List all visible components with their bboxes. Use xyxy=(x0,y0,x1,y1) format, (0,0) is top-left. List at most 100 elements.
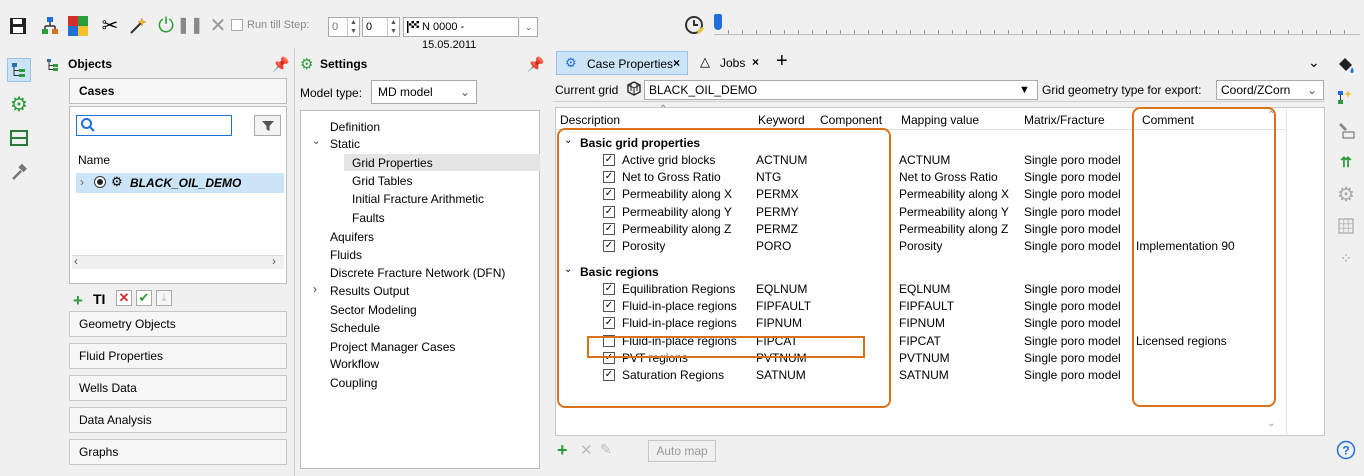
save-icon[interactable] xyxy=(6,14,30,38)
chevron-right-icon[interactable]: › xyxy=(313,282,317,296)
name-column-header[interactable]: Name xyxy=(78,153,110,167)
pin-icon[interactable]: 📌 xyxy=(527,56,544,73)
column-header-component[interactable]: Component xyxy=(820,113,882,127)
power-icon[interactable]: ⏻ xyxy=(154,14,178,38)
hierarchy-wand-icon[interactable] xyxy=(1334,86,1358,110)
tree-item-dfn[interactable]: Discrete Fracture Network (DFN) xyxy=(330,266,505,280)
scatter-icon[interactable]: ⁘ xyxy=(1334,246,1358,270)
tree-item-coupling[interactable]: Coupling xyxy=(330,376,377,390)
chevron-right-icon[interactable]: › xyxy=(80,175,84,189)
delete-row-icon[interactable]: ✕ xyxy=(580,441,593,459)
layout-icon[interactable] xyxy=(7,126,31,150)
cell-matrix-fracture[interactable]: Single poro model xyxy=(1024,351,1121,365)
delete-case-icon[interactable]: ✕ xyxy=(116,290,132,306)
sort-up-arrows-icon[interactable]: ⇈ xyxy=(1334,150,1358,174)
cell-mapping-value[interactable]: FIPNUM xyxy=(899,316,945,330)
search-input[interactable] xyxy=(76,115,232,136)
tree-item-grid-tables[interactable]: Grid Tables xyxy=(352,174,412,188)
tree-item-workflow[interactable]: Workflow xyxy=(330,357,379,371)
horizontal-scrollbar[interactable]: ‹ › xyxy=(72,254,284,269)
cell-matrix-fracture[interactable]: Single poro model xyxy=(1024,239,1121,253)
tab-jobs[interactable]: △ Jobs × xyxy=(692,51,770,75)
model-type-select[interactable]: MD model ⌄ xyxy=(371,80,477,104)
tree-item-sector-modeling[interactable]: Sector Modeling xyxy=(330,303,417,317)
add-row-icon[interactable]: + xyxy=(557,440,568,461)
settings-gear-icon[interactable]: ⚙ xyxy=(1334,182,1358,206)
cell-mapping-value[interactable]: Permeability along Z xyxy=(899,222,1008,236)
accordion-geometry-objects[interactable]: Geometry Objects xyxy=(69,311,287,337)
cell-mapping-value[interactable]: Net to Gross Ratio xyxy=(899,170,998,184)
accordion-fluid-properties[interactable]: Fluid Properties xyxy=(69,343,287,369)
tree-item-fluids[interactable]: Fluids xyxy=(330,248,362,262)
accordion-graphs[interactable]: Graphs xyxy=(69,439,287,465)
step-spinner-2[interactable]: 0 ▲ ▼ xyxy=(362,17,400,37)
cell-mapping-value[interactable]: EQLNUM xyxy=(899,282,950,296)
paint-bucket-icon[interactable] xyxy=(1334,54,1358,78)
vertical-scrollbar[interactable]: ⌃ ⌄ xyxy=(1267,108,1324,435)
cell-mapping-value[interactable]: FIPCAT xyxy=(899,334,941,348)
accordion-wells-data[interactable]: Wells Data xyxy=(69,375,287,401)
text-cursor-icon[interactable]: TI xyxy=(93,291,105,307)
tree-item-static[interactable]: Static xyxy=(330,137,360,151)
settings-gear-icon[interactable]: ⚙ xyxy=(7,92,31,116)
hierarchy-icon[interactable] xyxy=(38,14,62,38)
tree-item-schedule[interactable]: Schedule xyxy=(330,321,380,335)
tree-item-aquifers[interactable]: Aquifers xyxy=(330,230,374,244)
date-select[interactable]: N 0000 - 15.05.2011 xyxy=(403,17,519,51)
add-case-icon[interactable]: + xyxy=(73,291,83,311)
clock-run-icon[interactable] xyxy=(683,14,707,38)
column-header-keyword[interactable]: Keyword xyxy=(758,113,805,127)
cell-mapping-value[interactable]: Permeability along X xyxy=(899,187,1009,201)
column-header-mapping-value[interactable]: Mapping value xyxy=(901,113,979,127)
edit-row-icon[interactable]: ✎ xyxy=(600,441,612,458)
radio-selected-icon[interactable] xyxy=(94,176,106,188)
cell-matrix-fracture[interactable]: Single poro model xyxy=(1024,205,1121,219)
tabs-dropdown-icon[interactable]: ⌄ xyxy=(1308,54,1320,71)
cell-matrix-fracture[interactable]: Single poro model xyxy=(1024,299,1121,313)
cut-icon[interactable]: ✂ xyxy=(98,14,122,38)
cell-mapping-value[interactable]: PVTNUM xyxy=(899,351,950,365)
auto-map-button[interactable]: Auto map xyxy=(648,440,716,462)
cell-matrix-fracture[interactable]: Single poro model xyxy=(1024,187,1121,201)
cell-mapping-value[interactable]: Porosity xyxy=(899,239,942,253)
scroll-down-icon[interactable]: ⌄ xyxy=(1267,418,1275,429)
grid-colored-icon[interactable] xyxy=(66,14,90,38)
close-tab-icon[interactable]: × xyxy=(673,56,680,70)
add-tab-icon[interactable]: + xyxy=(776,50,788,73)
pin-icon[interactable]: 📌 xyxy=(272,56,289,73)
run-till-step-checkbox[interactable] xyxy=(231,19,243,31)
pause-icon[interactable]: ❚❚ xyxy=(177,14,204,38)
timeline-handle[interactable] xyxy=(714,14,722,30)
timeline-slider[interactable] xyxy=(714,14,1360,40)
column-header-matrix-fracture[interactable]: Matrix/Fracture xyxy=(1024,113,1105,127)
tree-item-results-output[interactable]: Results Output xyxy=(330,284,409,298)
scroll-left-icon[interactable]: ‹ xyxy=(74,254,78,268)
help-icon[interactable]: ? xyxy=(1334,438,1358,462)
tree-item-project-manager-cases[interactable]: Project Manager Cases xyxy=(330,340,455,354)
cell-matrix-fracture[interactable]: Single poro model xyxy=(1024,334,1121,348)
spinner-arrows-icon[interactable]: ▲ ▼ xyxy=(387,18,399,36)
chevron-down-icon[interactable]: ⌄ xyxy=(520,17,538,37)
objects-tree-icon[interactable] xyxy=(7,58,31,82)
magic-wand-icon[interactable] xyxy=(126,14,150,38)
tree-item-grid-properties[interactable]: Grid Properties xyxy=(352,156,433,170)
cell-mapping-value[interactable]: FIPFAULT xyxy=(899,299,954,313)
tree-item-initial-fracture-arithmetic[interactable]: Initial Fracture Arithmetic xyxy=(352,192,484,206)
close-tab-icon[interactable]: × xyxy=(752,55,759,69)
scroll-right-icon[interactable]: › xyxy=(272,254,276,268)
cell-mapping-value[interactable]: ACTNUM xyxy=(899,153,950,167)
cell-matrix-fracture[interactable]: Single poro model xyxy=(1024,368,1121,382)
cell-matrix-fracture[interactable]: Single poro model xyxy=(1024,282,1121,296)
chevron-down-icon[interactable]: ⌄ xyxy=(312,136,320,147)
download-case-icon[interactable]: ⤓ xyxy=(156,290,172,306)
export-type-select[interactable]: Coord/ZCorn ⌄ xyxy=(1216,80,1324,100)
case-row[interactable]: › ⚙ BLACK_OIL_DEMO xyxy=(76,173,284,193)
check-case-icon[interactable]: ✔ xyxy=(136,290,152,306)
cases-header[interactable]: Cases xyxy=(69,78,287,104)
current-grid-select[interactable]: BLACK_OIL_DEMO ▼ xyxy=(644,80,1038,100)
tree-item-faults[interactable]: Faults xyxy=(352,211,385,225)
tree-item-definition[interactable]: Definition xyxy=(330,120,380,134)
cell-matrix-fracture[interactable]: Single poro model xyxy=(1024,222,1121,236)
stop-icon[interactable]: ✕ xyxy=(206,14,230,38)
hammer-icon[interactable] xyxy=(7,160,31,184)
